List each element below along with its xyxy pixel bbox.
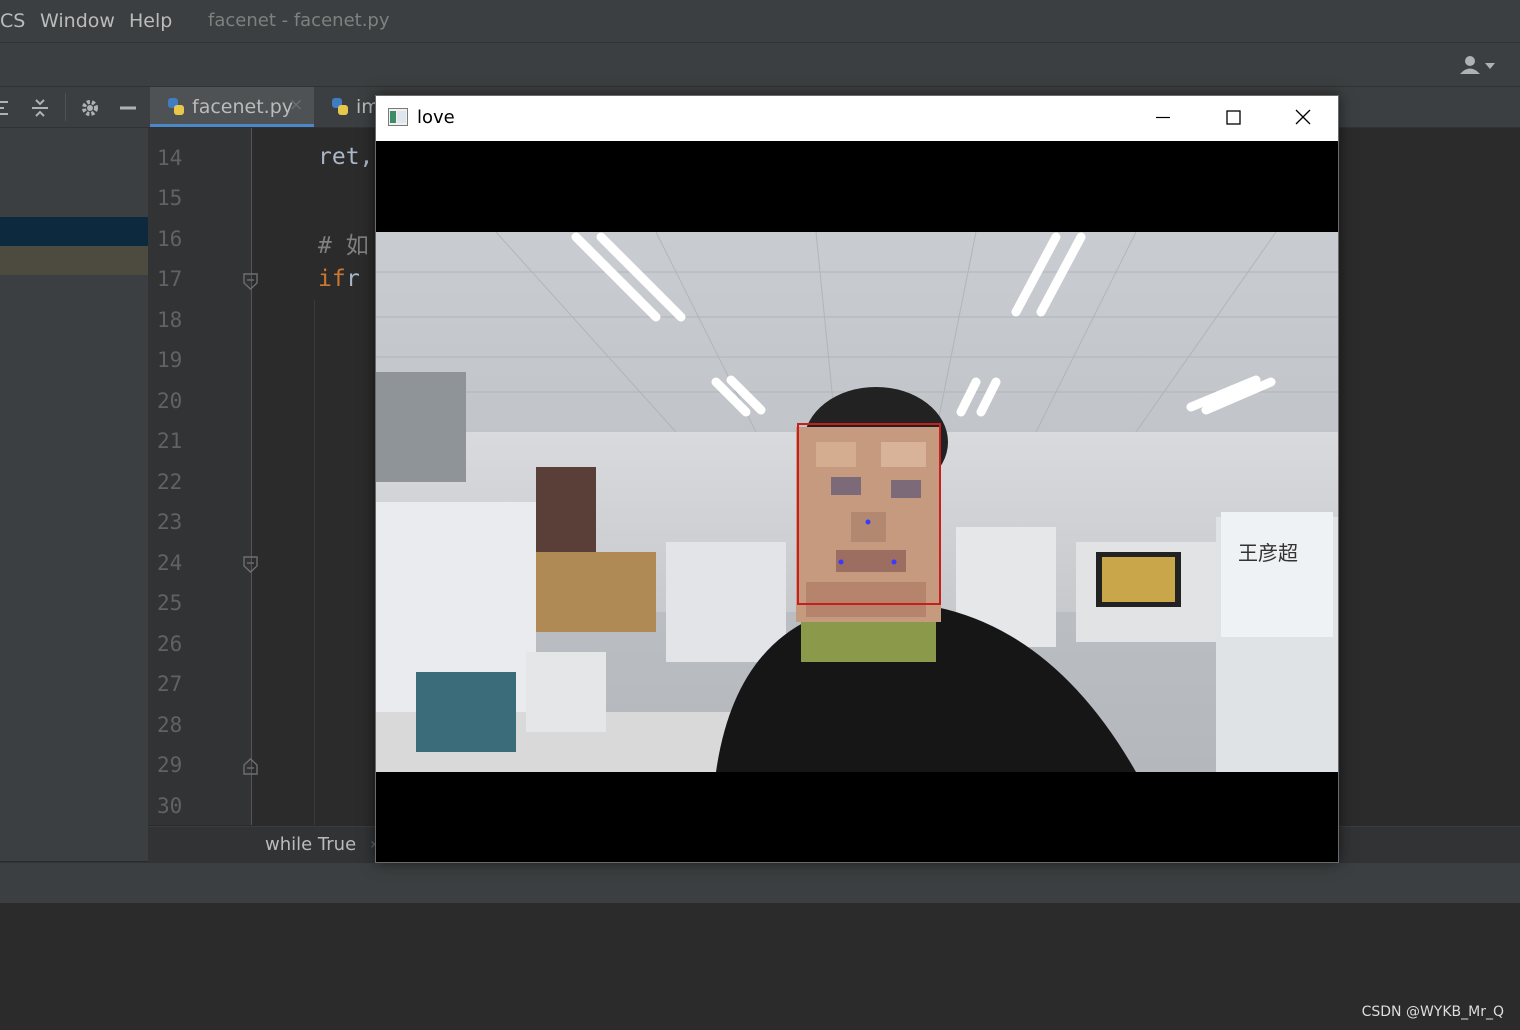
line-number: 24 (157, 551, 183, 575)
bottom-panel: CSDN @WYKB_Mr_Q (0, 903, 1520, 1030)
opencv-window[interactable]: love 王彦超 (375, 95, 1339, 863)
line-number: 28 (157, 713, 183, 737)
gear-icon[interactable] (79, 97, 101, 119)
minimize-icon[interactable] (1128, 96, 1198, 141)
code-line-16-comment: # 如 (318, 233, 369, 259)
collapse-all-icon[interactable] (29, 97, 51, 119)
main-toolbar (0, 43, 1520, 87)
menu-help[interactable]: Help (129, 10, 172, 32)
status-bar (0, 862, 1520, 904)
fold-end-marker-icon[interactable] (242, 758, 259, 775)
line-number: 25 (157, 591, 183, 615)
watermark: CSDN @WYKB_Mr_Q (1361, 1004, 1504, 1020)
fold-marker-icon[interactable] (242, 556, 259, 573)
menu-bar: CS Window Help facenet - facenet.py (0, 0, 1520, 43)
expand-all-icon[interactable] (0, 97, 16, 119)
python-file-icon (168, 98, 184, 115)
tab-facenet-py[interactable]: facenet.py × (150, 87, 314, 127)
opencv-window-titlebar[interactable]: love (376, 96, 1338, 141)
code-line-14: ret, (318, 144, 374, 170)
line-number: 26 (157, 632, 183, 656)
line-number: 30 (157, 794, 183, 818)
webcam-frame-image: 王彦超 (376, 232, 1338, 772)
app-window-icon (388, 108, 408, 126)
line-number: 23 (157, 510, 183, 534)
maximize-icon[interactable] (1198, 96, 1268, 141)
line-number: 15 (157, 186, 183, 210)
opencv-window-title: love (417, 107, 455, 128)
minimize-panel-icon[interactable] (117, 97, 139, 119)
project-tree-highlighted-row[interactable] (0, 246, 148, 275)
line-number: 18 (157, 308, 183, 332)
code-line-17-keyword: if (318, 266, 346, 292)
fold-marker-icon[interactable] (242, 273, 259, 290)
line-number: 20 (157, 389, 183, 413)
breadcrumb-item[interactable]: while True (265, 834, 356, 855)
tab-label: facenet.py (192, 96, 293, 118)
toolbar-separator (65, 93, 66, 121)
menu-vcs[interactable]: CS (0, 10, 25, 32)
menu-window[interactable]: Window (40, 10, 115, 32)
indent-guide (314, 300, 315, 825)
code-line-17-rest: r (346, 266, 360, 292)
line-number: 14 (157, 146, 183, 170)
close-icon[interactable] (1268, 96, 1338, 141)
project-tree-selected-row[interactable] (0, 217, 148, 246)
svg-text:王彦超: 王彦超 (1238, 541, 1298, 565)
window-title: facenet - facenet.py (208, 10, 390, 31)
line-number: 21 (157, 429, 183, 453)
line-number: 17 (157, 267, 183, 291)
close-tab-icon[interactable]: × (289, 95, 303, 115)
line-number: 19 (157, 348, 183, 372)
line-number: 16 (157, 227, 183, 251)
python-file-icon (332, 98, 348, 115)
line-number: 29 (157, 753, 183, 777)
project-panel (0, 128, 148, 861)
user-account-icon[interactable] (1458, 55, 1498, 75)
line-number: 22 (157, 470, 183, 494)
line-number: 27 (157, 672, 183, 696)
